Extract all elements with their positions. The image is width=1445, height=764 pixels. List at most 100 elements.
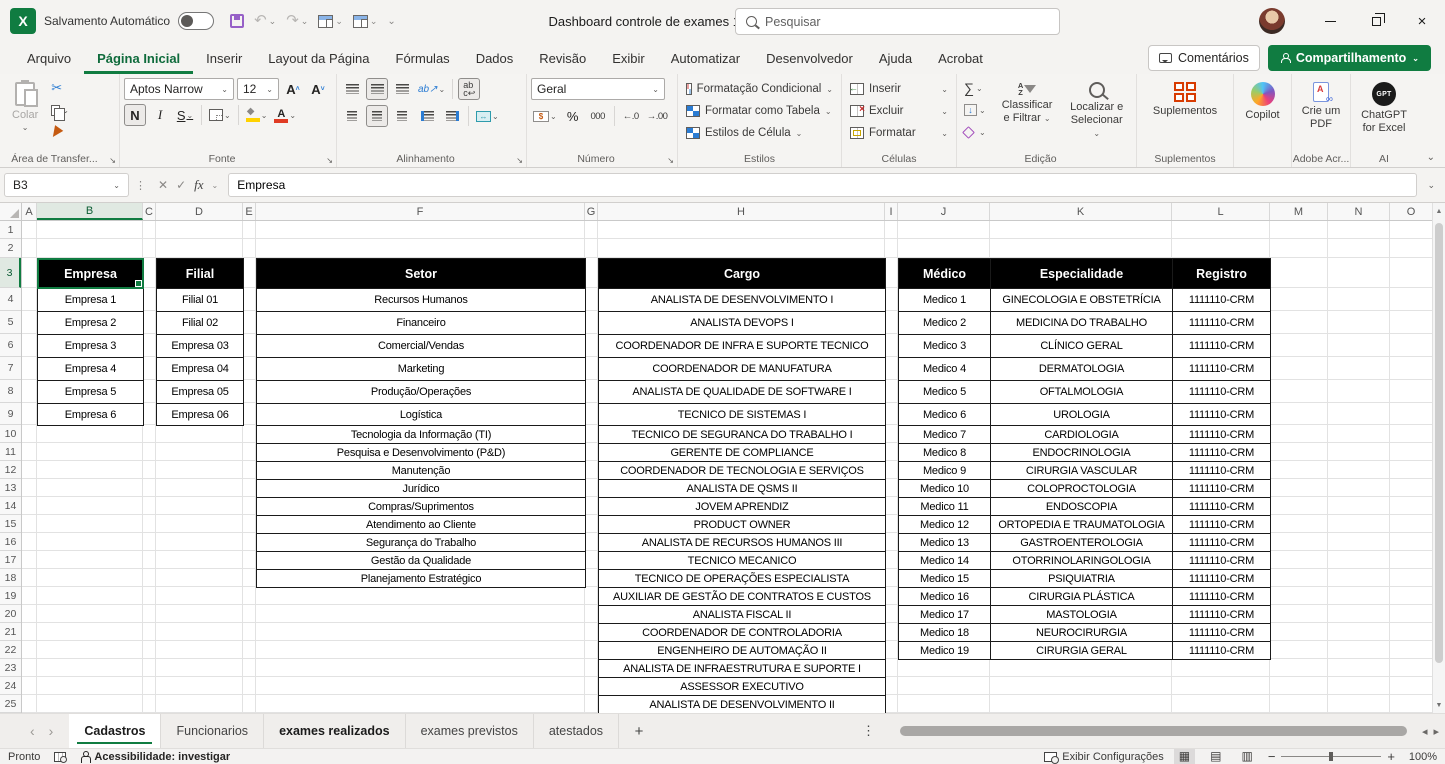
restore-button[interactable] bbox=[1353, 0, 1399, 42]
wrap-text-button[interactable]: abc↩ bbox=[458, 78, 480, 100]
setor-header-cell[interactable]: Setor bbox=[256, 258, 586, 289]
medico-header-cell[interactable]: Especialidade bbox=[990, 258, 1173, 289]
fill-button[interactable]: ↓⌄ bbox=[961, 100, 989, 120]
align-left-button[interactable] bbox=[341, 105, 363, 127]
zoom-slider[interactable] bbox=[1281, 756, 1381, 757]
accounting-format-button[interactable]: $⌄ bbox=[531, 105, 559, 127]
column-header-L[interactable]: L bbox=[1172, 203, 1270, 220]
insert-function-button[interactable]: fx bbox=[194, 177, 203, 193]
row-header-15[interactable]: 15 bbox=[0, 515, 21, 533]
cargo-cell[interactable]: AUXILIAR DE GESTÃO DE CONTRATOS E CUSTOS bbox=[598, 587, 886, 606]
sort-filter-button[interactable]: AZ Classificar e Filtrar ⌄ bbox=[995, 78, 1060, 145]
find-select-button[interactable]: Localizar e Selecionar ⌄ bbox=[1061, 78, 1132, 145]
medico-cell[interactable]: Medico 2 bbox=[898, 311, 991, 335]
ribbon-tab-layout-da-página[interactable]: Layout da Página bbox=[255, 42, 382, 74]
prev-sheet-button[interactable]: ‹ bbox=[30, 723, 35, 739]
cargo-cell[interactable]: COORDENADOR DE MANUFATURA bbox=[598, 357, 886, 381]
medico-cell[interactable]: 1111110-CRM bbox=[1172, 515, 1271, 534]
ribbon-tab-inserir[interactable]: Inserir bbox=[193, 42, 255, 74]
format-painter-button[interactable] bbox=[48, 122, 72, 142]
row-header-4[interactable]: 4 bbox=[0, 288, 21, 311]
font-size-select[interactable]: 12⌄ bbox=[237, 78, 279, 100]
dialog-launcher-icon[interactable]: ↘ bbox=[109, 156, 116, 165]
column-header-F[interactable]: F bbox=[256, 203, 585, 220]
filial-cell[interactable]: Empresa 06 bbox=[156, 403, 244, 426]
filial-cell[interactable]: Filial 01 bbox=[156, 288, 244, 312]
qat-table-button-1[interactable]: ⌄ bbox=[318, 15, 343, 28]
medico-cell[interactable]: NEUROCIRURGIA bbox=[990, 623, 1173, 642]
medico-cell[interactable]: CIRURGIA PLÁSTICA bbox=[990, 587, 1173, 606]
number-format-select[interactable]: Geral⌄ bbox=[531, 78, 665, 100]
percent-button[interactable]: % bbox=[562, 105, 584, 127]
medico-cell[interactable]: Medico 6 bbox=[898, 403, 991, 426]
row-header-18[interactable]: 18 bbox=[0, 569, 21, 587]
column-header-O[interactable]: O bbox=[1390, 203, 1433, 220]
row-header-13[interactable]: 13 bbox=[0, 479, 21, 497]
redo-button[interactable]: ↷⌄ bbox=[286, 14, 308, 28]
cargo-cell[interactable]: TECNICO MECANICO bbox=[598, 551, 886, 570]
normal-view-button[interactable]: ▦ bbox=[1174, 749, 1195, 764]
medico-cell[interactable]: Medico 12 bbox=[898, 515, 991, 534]
setor-cell[interactable]: Jurídico bbox=[256, 479, 586, 498]
cargo-cell[interactable]: COORDENADOR DE TECNOLOGIA E SERVIÇOS bbox=[598, 461, 886, 480]
medico-cell[interactable]: 1111110-CRM bbox=[1172, 497, 1271, 516]
setor-cell[interactable]: Comercial/Vendas bbox=[256, 334, 586, 358]
setor-cell[interactable]: Manutenção bbox=[256, 461, 586, 480]
scroll-down-arrow[interactable]: ▼ bbox=[1433, 697, 1445, 713]
vertical-scroll-thumb[interactable] bbox=[1435, 223, 1443, 663]
row-header-14[interactable]: 14 bbox=[0, 497, 21, 515]
decrease-indent-button[interactable] bbox=[416, 105, 438, 127]
setor-cell[interactable]: Tecnologia da Informação (TI) bbox=[256, 425, 586, 444]
medico-header-cell[interactable]: Médico bbox=[898, 258, 991, 289]
horizontal-scroll-thumb[interactable] bbox=[900, 726, 1407, 736]
cargo-header-cell[interactable]: Cargo bbox=[598, 258, 886, 289]
insert-cells-button[interactable]: Inserir⌄ bbox=[846, 78, 952, 100]
namebox-splitter[interactable]: ⋮ bbox=[133, 179, 148, 192]
minimize-button[interactable] bbox=[1307, 0, 1353, 42]
row-header-12[interactable]: 12 bbox=[0, 461, 21, 479]
medico-cell[interactable]: 1111110-CRM bbox=[1172, 479, 1271, 498]
row-header-11[interactable]: 11 bbox=[0, 443, 21, 461]
column-header-H[interactable]: H bbox=[598, 203, 885, 220]
row-header-17[interactable]: 17 bbox=[0, 551, 21, 569]
medico-cell[interactable]: Medico 7 bbox=[898, 425, 991, 444]
empresa-cell[interactable]: Empresa 5 bbox=[37, 380, 144, 404]
grid-canvas[interactable]: EmpresaEmpresa 1Empresa 2Empresa 3Empres… bbox=[22, 221, 1432, 713]
cancel-entry-button[interactable]: ✕ bbox=[158, 178, 168, 192]
filial-cell[interactable]: Filial 02 bbox=[156, 311, 244, 335]
row-header-3[interactable]: 3 bbox=[0, 258, 21, 288]
medico-cell[interactable]: PSIQUIATRIA bbox=[990, 569, 1173, 588]
scroll-right-arrow[interactable]: ▸ bbox=[1433, 725, 1439, 738]
setor-cell[interactable]: Gestão da Qualidade bbox=[256, 551, 586, 570]
filial-cell[interactable]: Empresa 03 bbox=[156, 334, 244, 358]
decrease-font-button[interactable]: A˅ bbox=[307, 78, 329, 100]
cargo-cell[interactable]: GERENTE DE COMPLIANCE bbox=[598, 443, 886, 462]
filial-cell[interactable]: Empresa 05 bbox=[156, 380, 244, 404]
dialog-launcher-icon[interactable]: ↘ bbox=[516, 156, 523, 165]
column-header-B[interactable]: B bbox=[37, 203, 143, 220]
copy-button[interactable]: ⌄ bbox=[48, 100, 72, 120]
medico-cell[interactable]: CIRURGIA VASCULAR bbox=[990, 461, 1173, 480]
row-header-25[interactable]: 25 bbox=[0, 695, 21, 713]
cargo-cell[interactable]: ANALISTA DE RECURSOS HUMANOS III bbox=[598, 533, 886, 552]
copilot-button[interactable]: Copilot bbox=[1238, 78, 1287, 126]
column-header-E[interactable]: E bbox=[243, 203, 256, 220]
row-header-10[interactable]: 10 bbox=[0, 425, 21, 443]
cargo-cell[interactable]: COORDENADOR DE CONTROLADORIA bbox=[598, 623, 886, 642]
row-header-23[interactable]: 23 bbox=[0, 659, 21, 677]
vertical-scrollbar[interactable]: ▲ ▼ bbox=[1432, 203, 1445, 713]
underline-button[interactable]: S⌄ bbox=[174, 104, 196, 126]
scroll-left-arrow[interactable]: ◂ bbox=[1422, 725, 1428, 738]
medico-cell[interactable]: 1111110-CRM bbox=[1172, 425, 1271, 444]
row-header-8[interactable]: 8 bbox=[0, 380, 21, 403]
sheet-tab-atestados[interactable]: atestados bbox=[534, 714, 619, 748]
row-header-1[interactable]: 1 bbox=[0, 221, 21, 239]
autosum-button[interactable]: ∑⌄ bbox=[961, 78, 989, 98]
merge-center-button[interactable]: ⌄ bbox=[474, 105, 501, 127]
orientation-button[interactable]: ab↗⌄ bbox=[416, 78, 447, 100]
row-header-2[interactable]: 2 bbox=[0, 239, 21, 258]
align-middle-button[interactable] bbox=[366, 78, 388, 100]
cargo-cell[interactable]: ANALISTA DE QUALIDADE DE SOFTWARE I bbox=[598, 380, 886, 404]
empresa-header-cell[interactable]: Empresa bbox=[37, 258, 144, 289]
ribbon-tab-fórmulas[interactable]: Fórmulas bbox=[383, 42, 463, 74]
